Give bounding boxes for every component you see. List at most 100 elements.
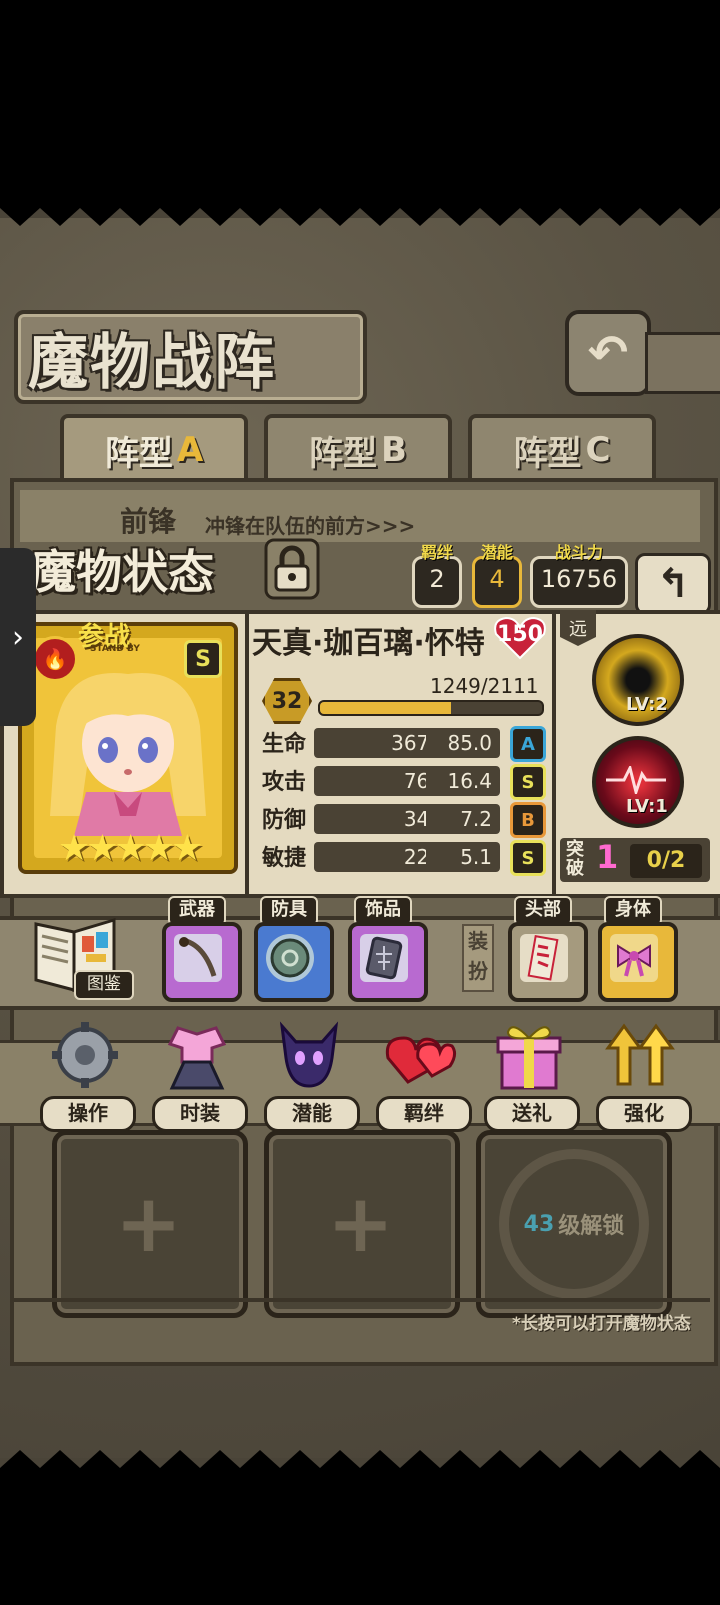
return-arrow-icon: ↰ bbox=[656, 561, 690, 607]
back-button[interactable]: ↶ bbox=[565, 310, 651, 396]
breakthrough-progress: 0/2 bbox=[630, 844, 702, 878]
action-label: 送礼 bbox=[484, 1096, 580, 1132]
plus-icon: + bbox=[115, 1177, 183, 1270]
growth-value: 16.4 bbox=[426, 766, 500, 796]
skill2-level: LV:1 bbox=[626, 796, 668, 817]
header-extension bbox=[645, 332, 720, 394]
stat-label: 防御 bbox=[262, 808, 307, 833]
unlock-requirement: 43 级解锁 bbox=[481, 1135, 667, 1313]
staff-icon bbox=[174, 934, 222, 982]
breakthrough-value: 1 bbox=[596, 838, 619, 876]
star-rating: ★★★★★ bbox=[58, 828, 203, 869]
side-drawer-handle[interactable]: › bbox=[0, 548, 36, 726]
unlock-level: 43 bbox=[523, 1211, 555, 1237]
weapon-slot[interactable] bbox=[162, 922, 242, 1002]
action-label: 时装 bbox=[152, 1096, 248, 1132]
stat-label: 攻击 bbox=[262, 770, 307, 795]
action-label: 强化 bbox=[596, 1096, 692, 1132]
tab-label: 阵型 bbox=[309, 433, 378, 474]
unlock-text: 级解锁 bbox=[558, 1214, 625, 1239]
growth-value: 7.2 bbox=[426, 804, 500, 834]
star-level-value: 150 bbox=[497, 622, 543, 647]
action-button-1[interactable]: 时装 bbox=[152, 1018, 248, 1132]
torn-edge-bottom bbox=[0, 1450, 720, 1478]
power-chip: 战斗力 16756 bbox=[530, 543, 628, 608]
armor-slot[interactable] bbox=[254, 922, 334, 1002]
gear-icon bbox=[52, 1022, 118, 1088]
encyclopedia-label: 图鉴 bbox=[74, 970, 134, 1000]
power-value: 16756 bbox=[540, 565, 618, 593]
plus-icon: + bbox=[327, 1177, 395, 1270]
growth-rank-badge: B bbox=[510, 802, 546, 838]
action-button-2[interactable]: 潜能 bbox=[264, 1018, 360, 1132]
long-press-hint: *长按可以打开魔物状态 bbox=[512, 1314, 691, 1334]
shield-icon bbox=[266, 934, 314, 982]
tab-formation-b[interactable]: 阵型 B bbox=[264, 414, 452, 482]
outfit-icon bbox=[167, 1026, 227, 1090]
return-button[interactable]: ↰ bbox=[635, 553, 711, 615]
skill-pulse-icon[interactable]: LV:1 bbox=[592, 736, 684, 828]
team-slot-empty[interactable]: + bbox=[264, 1130, 460, 1318]
tab-letter: A bbox=[176, 430, 204, 470]
action-button-4[interactable]: 送礼 bbox=[484, 1018, 580, 1132]
potential-chip: 潜能 4 bbox=[472, 543, 522, 608]
tab-formation-a[interactable]: 阵型 A bbox=[60, 414, 248, 482]
torn-edge-top bbox=[0, 198, 720, 226]
stat-row: 生命 3676 85.0 A bbox=[258, 726, 548, 762]
breakthrough-label: 突破 bbox=[566, 839, 584, 879]
power-label: 战斗力 bbox=[554, 543, 603, 562]
character-name: 天真·珈百璃·怀特 bbox=[252, 626, 485, 661]
page-title: 魔物战阵 bbox=[28, 328, 276, 398]
growth-rank-badge: S bbox=[510, 764, 546, 800]
team-slot-locked: 43 级解锁 bbox=[476, 1130, 672, 1318]
upgrade-arrows-icon bbox=[605, 1023, 675, 1086]
hearts-icon bbox=[385, 1036, 457, 1084]
lock-icon[interactable] bbox=[262, 536, 322, 602]
chevron-right-icon: › bbox=[12, 619, 24, 655]
bond-chip: 羁绊 2 bbox=[412, 543, 462, 608]
skill-void-icon[interactable]: LV:2 bbox=[592, 634, 684, 726]
demon-icon bbox=[279, 1021, 339, 1088]
action-button-0[interactable]: 操作 bbox=[40, 1018, 136, 1132]
action-button-3[interactable]: 羁绊 bbox=[376, 1018, 472, 1132]
action-button-5[interactable]: 强化 bbox=[596, 1018, 692, 1132]
tab-formation-c[interactable]: 阵型 C bbox=[468, 414, 656, 482]
tab-letter: C bbox=[585, 430, 611, 470]
standby-sub-label: STAND BY bbox=[90, 644, 140, 654]
tab-letter: B bbox=[381, 430, 407, 470]
exp-bar-fill bbox=[320, 702, 451, 714]
growth-rank-badge: S bbox=[510, 840, 546, 876]
exp-text: 1249/2111 bbox=[430, 674, 539, 698]
stat-row: 敏捷 229 5.1 S bbox=[258, 840, 548, 876]
body-slot[interactable] bbox=[598, 922, 678, 1002]
accessory-slot[interactable] bbox=[348, 922, 428, 1002]
status-title: 魔物状态 bbox=[30, 545, 214, 599]
back-arrow-icon: ↶ bbox=[587, 325, 629, 381]
growth-value: 5.1 bbox=[426, 842, 500, 872]
stat-label: 敏捷 bbox=[262, 846, 307, 871]
character-art bbox=[50, 673, 206, 836]
card-rank-badge: S bbox=[184, 640, 222, 678]
fire-icon: 🔥 bbox=[32, 636, 78, 682]
growth-value: 85.0 bbox=[426, 728, 500, 758]
stat-label: 生命 bbox=[262, 732, 307, 757]
team-slot-empty[interactable]: + bbox=[52, 1130, 248, 1318]
formation-tabs: 阵型 A 阵型 B 阵型 C bbox=[14, 414, 710, 484]
potential-label: 潜能 bbox=[480, 543, 513, 562]
amulet-icon bbox=[360, 934, 408, 982]
star-level-badge: 150 bbox=[492, 616, 548, 660]
action-label: 羁绊 bbox=[376, 1096, 472, 1132]
potential-value: 4 bbox=[489, 565, 505, 593]
tab-label: 阵型 bbox=[513, 433, 582, 474]
vanguard-title: 前锋 bbox=[120, 505, 177, 538]
game-screen: 魔物战阵 ↶ 阵型 A 阵型 B 阵型 C 前锋 冲锋在队伍的前方>>> 魔物状态 羁… bbox=[0, 198, 720, 1478]
bond-value: 2 bbox=[429, 565, 445, 593]
skill1-level: LV:2 bbox=[626, 694, 668, 715]
dress-up-label: 装扮 bbox=[462, 924, 494, 992]
talisman-icon bbox=[520, 934, 568, 982]
tab-label: 阵型 bbox=[104, 433, 173, 474]
stat-row: 攻击 768 16.4 S bbox=[258, 764, 548, 800]
action-label: 潜能 bbox=[264, 1096, 360, 1132]
action-label: 操作 bbox=[40, 1096, 136, 1132]
head-slot[interactable] bbox=[508, 922, 588, 1002]
